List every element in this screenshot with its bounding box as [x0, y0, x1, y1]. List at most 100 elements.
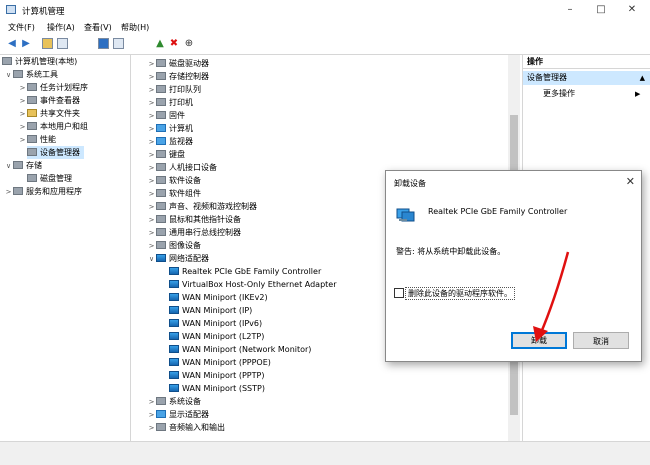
menu-view[interactable]: 查看(V) — [84, 22, 112, 33]
device-label: 磁盘驱动器 — [169, 59, 209, 68]
device-label: WAN Miniport (Network Monitor) — [182, 345, 312, 354]
device-category[interactable]: > 打印机 — [147, 96, 193, 109]
device-icon — [156, 176, 166, 184]
device-category[interactable]: > 软件设备 — [147, 174, 201, 187]
forward-arrow-icon[interactable]: ▶ — [20, 38, 32, 50]
device-icon — [156, 228, 166, 236]
device-icon — [156, 72, 166, 80]
device-category[interactable]: > 鼠标和其他指针设备 — [147, 213, 241, 226]
down-arrow-icon[interactable]: ⊕ — [183, 38, 195, 50]
tree-item-services-apps[interactable]: > 服务和应用程序 — [4, 185, 82, 198]
device-category[interactable]: > 打印队列 — [147, 83, 201, 96]
device-category[interactable]: > 固件 — [147, 109, 185, 122]
device-item[interactable]: WAN Miniport (SSTP) — [169, 382, 265, 395]
tree-item-device-manager[interactable]: 设备管理器 — [27, 146, 84, 159]
device-item[interactable]: WAN Miniport (IPv6) — [169, 317, 262, 330]
device-category[interactable]: ∨ 网络适配器 — [147, 252, 209, 265]
device-item[interactable]: VirtualBox Host-Only Ethernet Adapter — [169, 278, 337, 291]
actions-header: 操作 — [523, 55, 650, 69]
disk-icon — [27, 174, 37, 182]
computer-management-icon — [6, 5, 16, 14]
clock-icon — [27, 83, 37, 91]
back-arrow-icon[interactable]: ◀ — [6, 38, 18, 50]
monitor-icon — [156, 124, 166, 132]
tree-item-performance[interactable]: > 性能 — [18, 133, 56, 146]
menu-action[interactable]: 操作(A) — [47, 22, 75, 33]
network-adapter-icon — [169, 293, 179, 301]
device-category[interactable]: > 软件组件 — [147, 187, 201, 200]
device-item[interactable]: WAN Miniport (IP) — [169, 304, 252, 317]
dialog-close-button[interactable]: ✕ — [626, 175, 635, 188]
help-icon[interactable] — [98, 38, 109, 49]
network-adapter-icon — [169, 371, 179, 379]
tree-item-storage[interactable]: ∨ 存储 — [4, 159, 42, 172]
tree-item-system-tools[interactable]: ∨ 系统工具 — [4, 68, 58, 81]
maximize-button[interactable]: □ — [591, 3, 611, 17]
tree-item-local-users[interactable]: > 本地用户和组 — [18, 120, 88, 133]
device-item[interactable]: WAN Miniport (Network Monitor) — [169, 343, 311, 356]
delete-driver-checkbox[interactable] — [394, 288, 404, 298]
tools-icon — [13, 70, 23, 78]
cancel-button[interactable]: 取消 — [573, 332, 629, 349]
menu-help[interactable]: 帮助(H) — [121, 22, 149, 33]
view-icon[interactable] — [113, 38, 124, 49]
device-label: 通用串行总线控制器 — [169, 228, 241, 237]
submenu-arrow-icon: ▶ — [635, 90, 641, 98]
dialog-title: 卸载设备 — [394, 179, 426, 188]
device-label: 存储控制器 — [169, 72, 209, 81]
tree-item-disk-management[interactable]: 磁盘管理 — [27, 172, 72, 185]
device-category[interactable]: > 图像设备 — [147, 239, 201, 252]
network-adapter-icon — [169, 384, 179, 392]
minimize-button[interactable]: – — [560, 3, 580, 17]
device-category[interactable]: > 监视器 — [147, 135, 193, 148]
device-category[interactable]: > 系统设备 — [147, 395, 201, 408]
warning-text: 警告: 将从系统中卸载此设备。 — [396, 247, 506, 256]
tree-item-root[interactable]: 计算机管理(本地) — [2, 55, 77, 68]
device-icon — [156, 163, 166, 171]
add-driver-icon[interactable]: ▲ — [154, 38, 166, 50]
close-button[interactable]: ✕ — [622, 3, 642, 17]
device-label: 计算机 — [169, 124, 193, 133]
chevron-down-icon[interactable]: ∨ — [147, 253, 156, 266]
device-category[interactable]: > 计算机 — [147, 122, 193, 135]
device-item[interactable]: WAN Miniport (IKEv2) — [169, 291, 268, 304]
device-category[interactable]: > 键盘 — [147, 148, 185, 161]
performance-icon — [27, 135, 37, 143]
actions-section-device-manager[interactable]: 设备管理器 ▲ — [523, 71, 650, 85]
device-category[interactable]: > 显示适配器 — [147, 408, 209, 421]
chevron-right-icon[interactable]: > — [147, 422, 156, 435]
tree-item-event-viewer[interactable]: > 事件查看器 — [18, 94, 80, 107]
device-icon — [156, 98, 166, 106]
device-category[interactable]: > 存储控制器 — [147, 70, 209, 83]
device-label: WAN Miniport (PPTP) — [182, 371, 265, 380]
dialog-body: Realtek PCIe GbE Family Controller 警告: 将… — [386, 193, 641, 361]
network-adapter-icon — [169, 332, 179, 340]
uninstall-button[interactable]: 卸载 — [511, 332, 567, 349]
grid-icon[interactable] — [57, 38, 68, 49]
device-label: 人机接口设备 — [169, 163, 217, 172]
device-item[interactable]: WAN Miniport (L2TP) — [169, 330, 264, 343]
device-label: WAN Miniport (IKEv2) — [182, 293, 268, 302]
remove-x-icon[interactable]: ✖ — [168, 38, 180, 50]
device-item[interactable]: WAN Miniport (PPPOE) — [169, 356, 271, 369]
device-icon — [156, 189, 166, 197]
more-actions[interactable]: 更多操作 ▶ — [543, 87, 640, 101]
device-category[interactable]: > 人机接口设备 — [147, 161, 217, 174]
device-category[interactable]: > 通用串行总线控制器 — [147, 226, 241, 239]
menu-file[interactable]: 文件(F) — [8, 22, 35, 33]
device-category[interactable]: > 声音、视频和游戏控制器 — [147, 200, 257, 213]
collapse-up-icon[interactable]: ▲ — [640, 71, 645, 85]
delete-driver-label[interactable]: 删除此设备的驱动程序软件。 — [405, 287, 515, 300]
device-category[interactable]: > 磁盘驱动器 — [147, 57, 209, 70]
device-item[interactable]: WAN Miniport (PPTP) — [169, 369, 264, 382]
title-bar: 计算机管理 – □ ✕ — [0, 0, 650, 20]
tree-item-shared-folders[interactable]: > 共享文件夹 — [18, 107, 80, 120]
device-item[interactable]: Realtek PCIe GbE Family Controller — [169, 265, 321, 278]
device-category[interactable]: > 音频输入和输出 — [147, 421, 225, 434]
device-label: 固件 — [169, 111, 185, 120]
device-label: 图像设备 — [169, 241, 201, 250]
folder-up-icon[interactable] — [42, 38, 53, 49]
tree-item-task-scheduler[interactable]: > 任务计划程序 — [18, 81, 88, 94]
device-label: 网络适配器 — [169, 254, 209, 263]
device-name: Realtek PCIe GbE Family Controller — [428, 207, 568, 216]
